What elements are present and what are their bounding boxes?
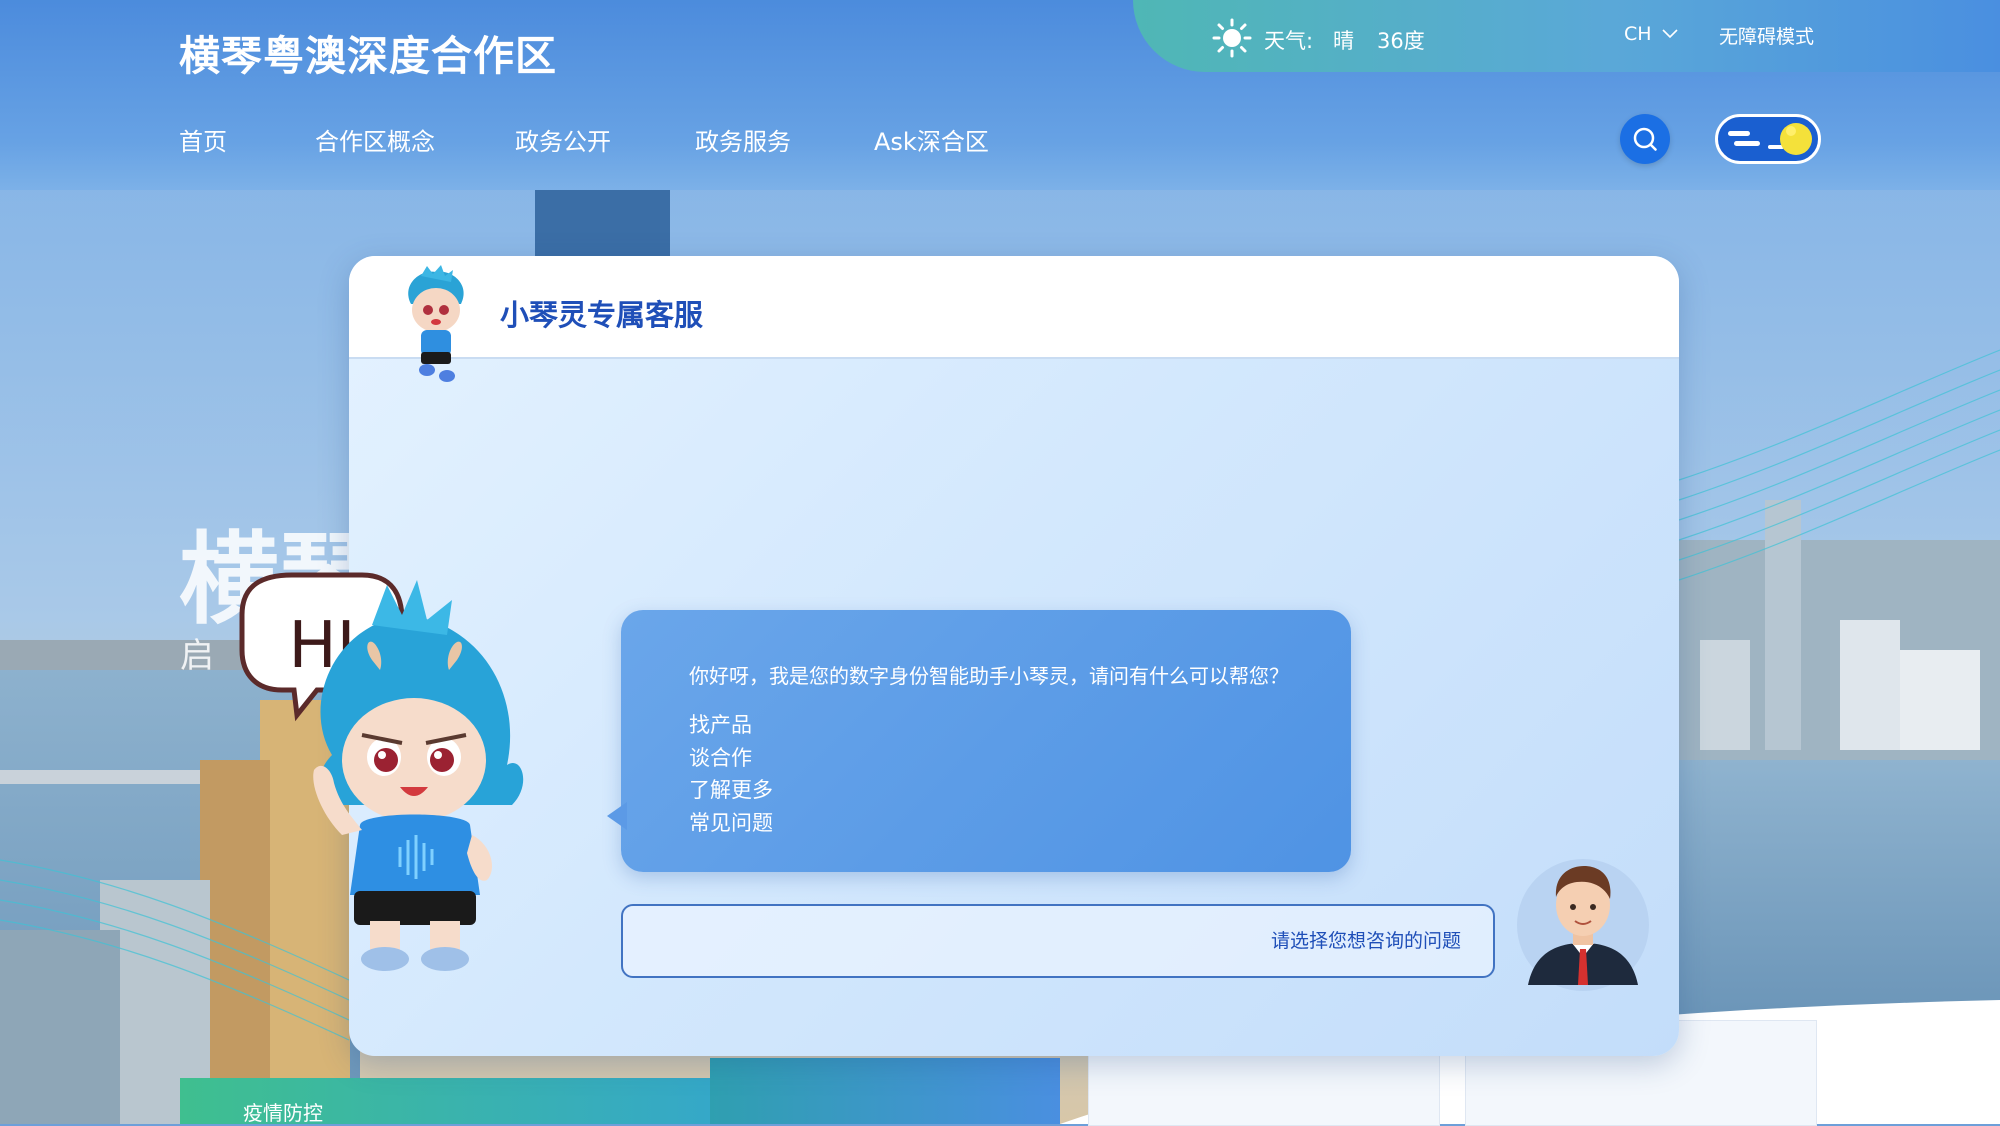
mascot-icon	[408, 265, 464, 382]
nav-item-gov-service[interactable]: 政务服务	[695, 122, 791, 157]
language-value: CH	[1624, 23, 1652, 45]
temperature: 36度	[1377, 29, 1425, 53]
search-button[interactable]	[1620, 114, 1670, 164]
nav-item-concept[interactable]: 合作区概念	[315, 122, 435, 157]
chat-header: 小琴灵专属客服	[349, 256, 1679, 359]
language-select[interactable]: CH	[1624, 23, 1678, 45]
chat-title: 小琴灵专属客服	[500, 298, 704, 332]
accessibility-mode-link[interactable]: 无障碍模式	[1719, 22, 1814, 49]
bubble-tail	[607, 802, 627, 830]
weather-label: 天气:	[1264, 29, 1314, 53]
weather-value: 晴	[1333, 29, 1354, 53]
nav-item-gov-open[interactable]: 政务公开	[515, 122, 611, 157]
theme-toggle[interactable]	[1715, 114, 1821, 164]
nav-item-ask[interactable]: Ask深合区	[874, 122, 989, 157]
question-input[interactable]	[621, 904, 1495, 978]
agent-avatar-icon	[1517, 859, 1649, 991]
chevron-down-icon	[1661, 29, 1678, 39]
service-card-1[interactable]	[710, 1058, 1060, 1124]
nav-item-home[interactable]: 首页	[179, 122, 227, 157]
hero-subtitle: 启	[180, 636, 214, 676]
sun-icon	[1212, 18, 1252, 58]
option-learn-more[interactable]: 了解更多	[689, 774, 773, 804]
epidemic-label: 疫情防控	[243, 1101, 323, 1125]
option-find-product[interactable]: 找产品	[689, 709, 752, 739]
option-cooperation[interactable]: 谈合作	[689, 742, 752, 772]
search-icon	[1633, 127, 1657, 151]
site-header: 横琴粤澳深度合作区 天气: 晴 36度 CH 无障碍模式 首页 合作区概念 政务…	[0, 0, 2000, 190]
theme-toggle-icon	[1728, 123, 1812, 155]
option-faq[interactable]: 常见问题	[689, 807, 773, 837]
mascot-icon: HI	[239, 572, 524, 971]
site-title[interactable]: 横琴粤澳深度合作区	[179, 22, 557, 82]
assistant-greeting: 你好呀，我是您的数字身份智能助手小琴灵，请问有什么可以帮您？	[689, 664, 1289, 688]
